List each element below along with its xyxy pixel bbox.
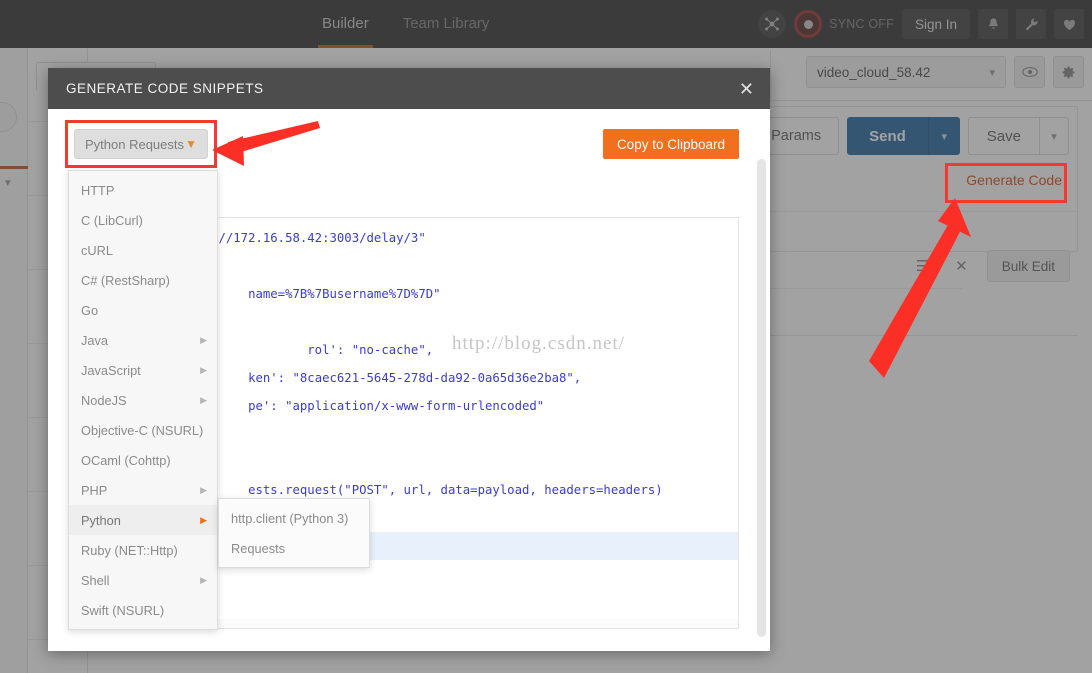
chevron-right-icon: ▶ xyxy=(200,334,207,345)
dropdown-item-ruby-net-http[interactable]: Ruby (NET::Http) xyxy=(69,535,217,565)
chevron-right-icon: ▶ xyxy=(200,364,207,375)
chevron-right-icon: ▶ xyxy=(200,484,207,495)
dropdown-item-c-libcurl[interactable]: C (LibCurl) xyxy=(69,205,217,235)
chevron-right-icon: ▶ xyxy=(200,394,207,405)
dropdown-item-php[interactable]: PHP ▶ xyxy=(69,475,217,505)
dropdown-item-swift-nsurl[interactable]: Swift (NSURL) xyxy=(69,595,217,625)
copy-to-clipboard-button[interactable]: Copy to Clipboard xyxy=(602,129,739,159)
dropdown-item-label: HTTP xyxy=(81,182,115,198)
dropdown-item-label: C# (RestSharp) xyxy=(81,272,170,288)
chevron-right-icon: ▶ xyxy=(200,514,207,525)
dropdown-item-curl[interactable]: cURL xyxy=(69,235,217,265)
dropdown-item-label: Shell xyxy=(81,572,110,588)
modal-vertical-scrollbar[interactable] xyxy=(757,159,766,637)
chevron-right-icon: ▶ xyxy=(200,574,207,585)
scrollbar-thumb[interactable] xyxy=(757,159,766,637)
close-icon[interactable]: ✕ xyxy=(739,80,754,98)
python-submenu[interactable]: http.client (Python 3) Requests xyxy=(218,498,370,568)
dropdown-item-label: PHP xyxy=(81,482,108,498)
code-line: 'postman-token': "8caec621-5645-278d-da9… xyxy=(248,371,582,385)
dropdown-item-javascript[interactable]: JavaScript ▶ xyxy=(69,355,217,385)
submenu-item-requests[interactable]: Requests xyxy=(219,533,369,563)
code-horizontal-scrollbar[interactable] xyxy=(131,619,738,628)
modal-header: GENERATE CODE SNIPPETS ✕ xyxy=(48,68,770,109)
code-line: payload = "username=%7B%7Busername%7D%7D… xyxy=(248,287,441,301)
dropdown-item-label: Ruby (NET::Http) xyxy=(81,542,178,558)
dropdown-item-python[interactable]: Python ▶ xyxy=(69,505,217,535)
language-dropdown-menu[interactable]: HTTP C (LibCurl) cURL C# (RestSharp) Go Java ▶… xyxy=(68,170,218,630)
dropdown-item-java[interactable]: Java ▶ xyxy=(69,325,217,355)
dropdown-item-label: C (LibCurl) xyxy=(81,212,143,228)
dropdown-item-label: NodeJS xyxy=(81,392,127,408)
dropdown-item-c-restsharp[interactable]: C# (RestSharp) xyxy=(69,265,217,295)
dropdown-item-label: JavaScript xyxy=(81,362,141,378)
screen: Builder Team Library SYNC OFF Sign In ▾ … xyxy=(0,0,1092,673)
dropdown-item-label: Python xyxy=(81,512,121,528)
dropdown-item-label: OCaml (Cohttp) xyxy=(81,452,171,468)
dropdown-item-go[interactable]: Go xyxy=(69,295,217,325)
dropdown-item-shell[interactable]: Shell ▶ xyxy=(69,565,217,595)
code-line: url = "http//172.16.58.42:3003/delay/3" xyxy=(188,231,426,245)
dropdown-item-objective-c-nsurl[interactable]: Objective-C (NSURL) xyxy=(69,415,217,445)
submenu-item-http-client-python-3[interactable]: http.client (Python 3) xyxy=(219,503,369,533)
dropdown-item-ocaml-cohttp[interactable]: OCaml (Cohttp) xyxy=(69,445,217,475)
dropdown-item-http[interactable]: HTTP xyxy=(69,175,217,205)
dropdown-item-nodejs[interactable]: NodeJS ▶ xyxy=(69,385,217,415)
dropdown-item-label: Go xyxy=(81,302,99,318)
chevron-down-icon: ▼ xyxy=(185,137,197,151)
code-line: headers = { 'cache-control': "no-cache", xyxy=(307,343,434,357)
dropdown-item-label: cURL xyxy=(81,242,113,258)
language-select[interactable]: Python Requests ▼ xyxy=(74,129,208,159)
modal-title: GENERATE CODE SNIPPETS xyxy=(66,81,264,96)
language-select-value: Python Requests xyxy=(85,136,185,152)
dropdown-item-label: Java xyxy=(81,332,109,348)
dropdown-item-label: Objective-C (NSURL) xyxy=(81,422,204,438)
dropdown-item-label: Swift (NSURL) xyxy=(81,602,165,618)
code-line: 'content-type': "application/x-www-form-… xyxy=(248,399,545,413)
